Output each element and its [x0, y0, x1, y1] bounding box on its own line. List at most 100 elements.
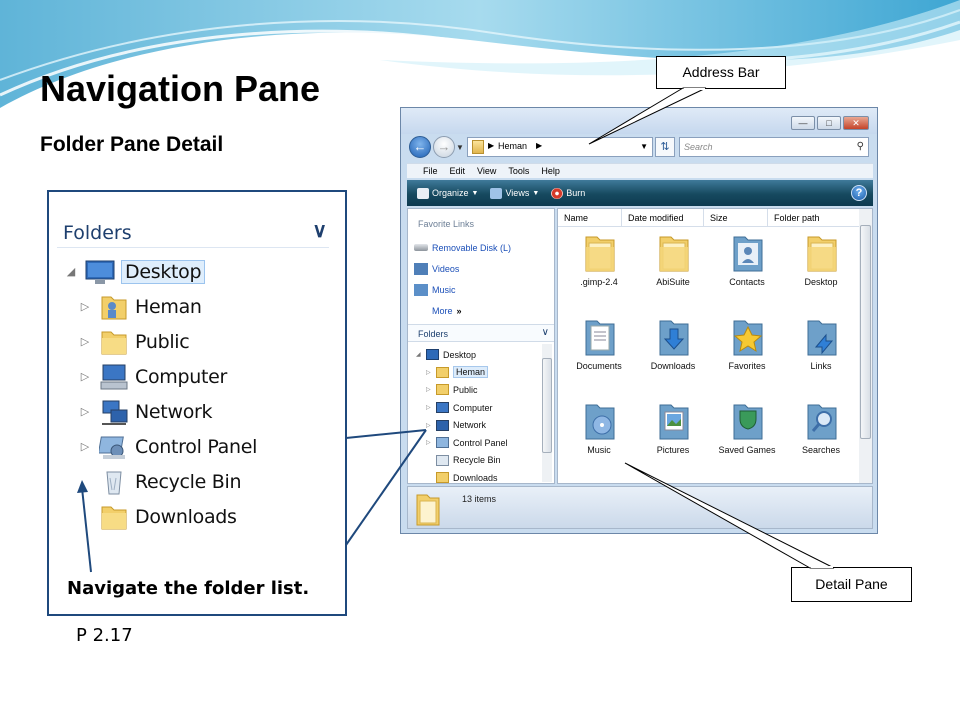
tree-item-network[interactable]: ▷ Network — [416, 416, 542, 434]
tree-item-recycle-bin[interactable]: Recycle Bin — [416, 452, 542, 470]
content-item-label: Desktop — [804, 277, 838, 287]
address-bar-callout: Address Bar — [656, 56, 786, 89]
views-icon — [490, 187, 503, 199]
chevron-down-icon[interactable]: ∨ — [542, 327, 549, 338]
enlarged-tree-item-computer[interactable]: ▷ Computer — [63, 359, 333, 394]
content-item[interactable]: Searches — [784, 399, 858, 467]
expanded-arrow-icon[interactable]: ◢ — [416, 351, 424, 358]
collapsed-arrow-icon[interactable]: ▷ — [426, 386, 434, 393]
content-items: .gimp-2.4 AbiSuite Contacts Desktop Document… — [562, 231, 858, 467]
enlarged-tree-item-control-panel[interactable]: ▷ Control Panel — [63, 429, 333, 464]
enlarged-tree-item-network[interactable]: ▷ Network — [63, 394, 333, 429]
search-icon[interactable]: ⚲ — [857, 141, 864, 152]
content-item[interactable]: Saved Games — [710, 399, 784, 467]
folder-icon — [472, 140, 484, 154]
tree-label: Network — [453, 420, 487, 431]
column-header-name[interactable]: Name — [558, 209, 622, 226]
collapsed-arrow-icon[interactable]: ▷ — [426, 422, 434, 429]
enlarged-tree-item-downloads[interactable]: Downloads — [63, 499, 333, 534]
burn-button[interactable]: Burn — [547, 187, 589, 199]
back-button[interactable]: ← — [409, 136, 431, 158]
collapsed-arrow-icon[interactable]: ▷ — [77, 405, 93, 418]
close-button[interactable]: ✕ — [843, 116, 869, 130]
folders-header[interactable]: Folders ∨ — [408, 324, 554, 342]
column-header-date-modified[interactable]: Date modified — [622, 209, 704, 226]
folder-icon — [436, 384, 449, 396]
collapsed-arrow-icon[interactable]: ▷ — [77, 335, 93, 348]
collapsed-arrow-icon[interactable]: ▷ — [77, 440, 93, 453]
help-icon[interactable]: ? — [851, 185, 867, 201]
navigation-scroll-thumb[interactable] — [542, 358, 552, 453]
tree-item-downloads[interactable]: Downloads — [416, 469, 542, 487]
recent-pages-dropdown[interactable]: ▼ — [456, 143, 464, 152]
minimize-button[interactable]: — — [791, 116, 815, 130]
content-item[interactable]: Links — [784, 315, 858, 383]
refresh-button[interactable]: ⇅ — [655, 137, 675, 157]
enlarged-folders-header[interactable]: Folders ∨ — [57, 214, 329, 248]
favorite-link-music[interactable]: Music — [414, 279, 511, 300]
control-panel-icon — [436, 437, 449, 449]
tree-item-public[interactable]: ▷ Public — [416, 381, 542, 399]
navigation-scrollbar[interactable] — [542, 344, 552, 482]
organize-button[interactable]: Organize ▼ — [413, 187, 482, 199]
enlarged-tree-item-heman[interactable]: ▷ Heman — [63, 289, 333, 324]
search-input[interactable]: Search ⚲ — [679, 137, 869, 157]
content-item[interactable]: Music — [562, 399, 636, 467]
window-title-bar[interactable]: — □ ✕ — [401, 108, 877, 134]
content-item[interactable]: Desktop — [784, 231, 858, 299]
address-dropdown-icon[interactable]: ▼ — [640, 142, 648, 151]
expanded-arrow-icon[interactable]: ◢ — [63, 265, 79, 278]
enlarged-tree-item-public[interactable]: ▷ Public — [63, 324, 333, 359]
content-item[interactable]: AbiSuite — [636, 231, 710, 299]
favorites-folder-icon — [732, 317, 764, 357]
breadcrumb-heman[interactable]: Heman — [498, 141, 527, 151]
content-item-label: AbiSuite — [656, 277, 690, 287]
tree-item-computer[interactable]: ▷ Computer — [416, 399, 542, 417]
column-header-size[interactable]: Size — [704, 209, 768, 226]
folder-tree: ◢ Desktop ▷ Heman ▷ Public ▷ Computer ▷ — [416, 346, 542, 487]
content-scroll-thumb[interactable] — [860, 225, 871, 439]
breadcrumb-arrow-icon[interactable]: ▶ — [536, 141, 542, 150]
chevron-down-icon: ▼ — [532, 189, 540, 197]
chevron-down-icon[interactable]: ∨ — [312, 218, 327, 243]
music-folder-icon — [584, 401, 616, 441]
enlarged-tree-item-recycle-bin[interactable]: Recycle Bin — [63, 464, 333, 499]
maximize-button[interactable]: □ — [817, 116, 841, 130]
menu-file[interactable]: File — [423, 164, 438, 178]
enlarged-tree-item-desktop[interactable]: ◢ Desktop — [63, 254, 333, 289]
menu-edit[interactable]: Edit — [450, 164, 466, 178]
command-bar: Organize ▼ Views ▼ Burn ? — [407, 180, 873, 206]
collapsed-arrow-icon[interactable]: ▷ — [426, 404, 434, 411]
content-item[interactable]: .gimp-2.4 — [562, 231, 636, 299]
content-item[interactable]: Downloads — [636, 315, 710, 383]
tree-item-control-panel[interactable]: ▷ Control Panel — [416, 434, 542, 452]
content-item[interactable]: Documents — [562, 315, 636, 383]
address-bar[interactable]: ▶ Heman ▶ ▼ — [467, 137, 653, 157]
breadcrumb-arrow-icon[interactable]: ▶ — [488, 141, 494, 150]
menu-view[interactable]: View — [477, 164, 496, 178]
content-item[interactable]: Pictures — [636, 399, 710, 467]
content-item[interactable]: Contacts — [710, 231, 784, 299]
menu-tools[interactable]: Tools — [508, 164, 529, 178]
collapsed-arrow-icon[interactable]: ▷ — [426, 369, 434, 376]
collapsed-arrow-icon[interactable]: ▷ — [77, 370, 93, 383]
content-pane: Name Date modified Size Folder path .gim… — [557, 208, 873, 484]
favorite-link-videos[interactable]: Videos — [414, 258, 511, 279]
favorite-link-more[interactable]: More » — [414, 300, 511, 321]
tree-label: Recycle Bin — [453, 455, 501, 466]
enlarged-tree-label: Network — [135, 400, 213, 423]
details-pane: 13 items — [407, 486, 873, 529]
tree-label: Public — [453, 384, 478, 395]
favorite-link-removable-disk[interactable]: Removable Disk (L) — [414, 237, 511, 258]
forward-button[interactable]: → — [433, 136, 455, 158]
collapsed-arrow-icon[interactable]: ▷ — [77, 300, 93, 313]
tree-item-desktop[interactable]: ◢ Desktop — [416, 346, 542, 364]
views-button[interactable]: Views ▼ — [486, 187, 543, 199]
content-item[interactable]: Favorites — [710, 315, 784, 383]
menu-help[interactable]: Help — [541, 164, 560, 178]
content-scrollbar[interactable] — [859, 209, 872, 483]
column-header-folder-path[interactable]: Folder path — [768, 209, 860, 226]
tree-item-heman[interactable]: ▷ Heman — [416, 364, 542, 382]
collapsed-arrow-icon[interactable]: ▷ — [426, 439, 434, 446]
tree-label: Heman — [453, 366, 489, 379]
